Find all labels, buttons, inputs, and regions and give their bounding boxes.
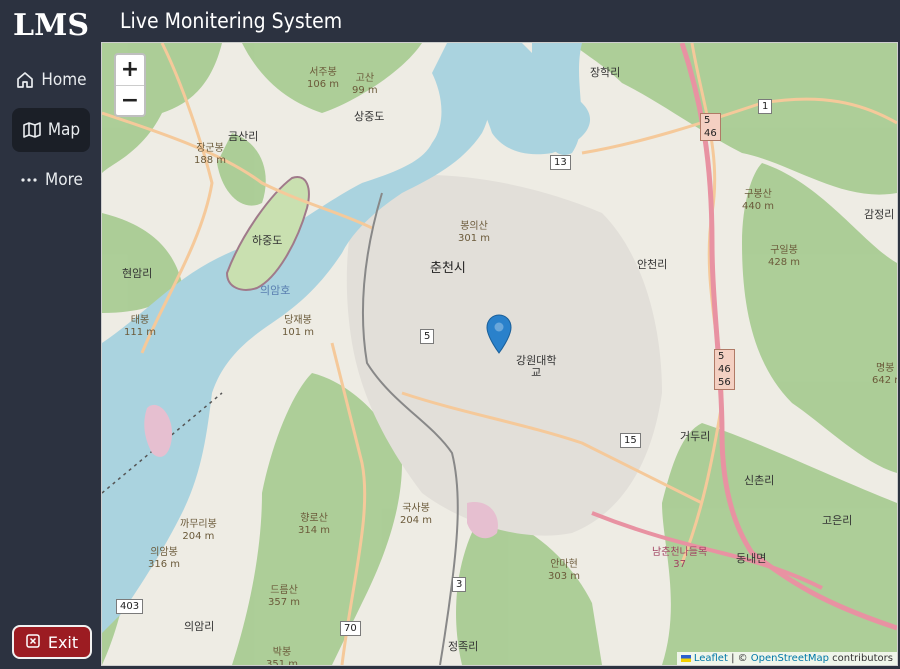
peak-label: 태봉 111 m xyxy=(124,315,157,338)
peak-label: 장군봉 188 m xyxy=(194,143,227,166)
leaflet-link[interactable]: Leaflet xyxy=(694,653,728,664)
exit-label: Exit xyxy=(47,632,79,652)
place-label: 고은리 xyxy=(822,514,853,527)
zoom-control: + − xyxy=(114,53,146,117)
peak-label: 구봉산 440 m xyxy=(742,189,775,212)
zoom-out-button[interactable]: − xyxy=(116,86,144,116)
sidebar-item-label: Home xyxy=(41,70,87,90)
sidebar-item-map[interactable]: Map xyxy=(12,108,90,152)
place-label: 거두리 xyxy=(680,430,711,443)
water-label: 의암호 xyxy=(260,284,291,297)
map-tiles xyxy=(102,43,897,665)
peak-label: 안마현 303 m xyxy=(548,559,581,582)
peak-label: 서주봉 106 m xyxy=(307,67,340,90)
road-shield: 13 xyxy=(550,155,571,170)
sidebar-item-label: Map xyxy=(47,120,81,140)
peak-label: 향로산 314 m xyxy=(298,513,331,536)
zoom-in-button[interactable]: + xyxy=(116,55,144,86)
close-icon xyxy=(26,633,40,652)
sidebar: LMS Home Map More Exit xyxy=(0,0,102,669)
road-shield: 1 xyxy=(758,99,773,114)
place-label: 남춘천나들목 37 xyxy=(652,547,708,570)
peak-label: 까무리봉 204 m xyxy=(180,519,217,542)
location-pin-icon[interactable] xyxy=(486,314,512,354)
road-shield: 5 xyxy=(420,329,435,344)
peak-label: 드름산 357 m xyxy=(268,585,301,608)
peak-label: 고산 99 m xyxy=(352,73,378,96)
attribution-separator: | © xyxy=(727,653,751,664)
peak-label: 봉의산 301 m xyxy=(458,221,491,244)
city-label: 춘천시 xyxy=(430,261,466,276)
leaflet-flag-icon xyxy=(680,654,691,662)
map-attribution: Leaflet | © OpenStreetMap contributors xyxy=(676,652,897,665)
road-shield: 403 xyxy=(116,599,144,614)
sidebar-item-home[interactable]: Home xyxy=(12,58,90,102)
exit-button[interactable]: Exit xyxy=(12,625,92,659)
road-shield: 70 xyxy=(340,621,361,636)
place-label: 안천리 xyxy=(637,258,668,271)
peak-label: 구일봉 428 m xyxy=(768,245,801,268)
road-shield: 3 xyxy=(452,577,467,592)
road-shield: 5 46 xyxy=(700,113,721,141)
osm-link[interactable]: OpenStreetMap xyxy=(751,653,829,664)
peak-label: 당재봉 101 m xyxy=(282,315,315,338)
place-label: 정족리 xyxy=(448,640,479,653)
home-icon xyxy=(15,70,35,90)
map-icon xyxy=(22,120,42,140)
sidebar-item-label: More xyxy=(45,170,83,190)
map-view[interactable]: 장학리 서주봉 106 m 고산 99 m 상중도 금산리 장군봉 188 m … xyxy=(101,42,898,666)
page-title: Live Monitering System xyxy=(120,9,343,33)
place-label: 상중도 xyxy=(354,110,385,123)
place-label: 감정리 xyxy=(864,208,895,221)
peak-label: 박봉 351 m xyxy=(266,647,299,666)
peak-label: 국사봉 204 m xyxy=(400,503,433,526)
place-label: 강원대학 교 xyxy=(516,354,557,379)
road-shield: 15 xyxy=(620,433,641,448)
peak-label: 의암봉 316 m xyxy=(148,547,181,570)
road-shield: 5 46 56 xyxy=(714,349,735,390)
peak-label: 명봉 642 r xyxy=(872,363,898,386)
place-label: 동내면 xyxy=(736,552,767,565)
place-label: 신촌리 xyxy=(744,474,775,487)
sidebar-item-more[interactable]: More xyxy=(12,158,90,202)
app-logo: LMS xyxy=(13,8,89,43)
place-label: 장학리 xyxy=(590,66,621,79)
more-icon xyxy=(19,170,39,190)
place-label: 현암리 xyxy=(122,267,153,280)
place-label: 하중도 xyxy=(252,234,283,247)
attribution-suffix: contributors xyxy=(829,653,893,664)
place-label: 금산리 xyxy=(228,130,259,143)
place-label: 의암리 xyxy=(184,620,215,633)
